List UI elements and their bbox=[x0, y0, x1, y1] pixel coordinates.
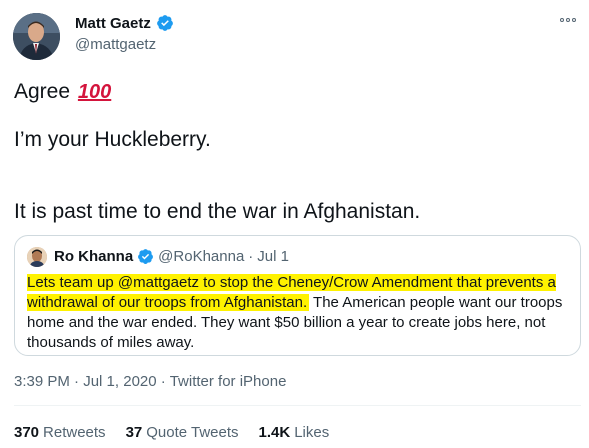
hundred-points-emoji-icon: 100 bbox=[77, 81, 112, 103]
divider bbox=[14, 405, 581, 406]
tweet-timestamp: 3:39 PM · Jul 1, 2020 · Twitter for iPho… bbox=[14, 373, 286, 390]
likes-stat[interactable]: 1.4K Likes bbox=[259, 424, 330, 441]
tweet-text-agree: Agree bbox=[14, 80, 71, 103]
likes-count: 1.4K bbox=[258, 424, 291, 441]
quoted-display-name: Ro Khanna bbox=[54, 248, 134, 265]
quoted-tweet[interactable]: Ro Khanna @RoKhanna · Jul 1 Lets team up… bbox=[14, 235, 581, 356]
author-display-name[interactable]: Matt Gaetz bbox=[75, 15, 151, 32]
tweet-line-2: I’m your Huckleberry. bbox=[10, 124, 248, 156]
tweet-line-1: Agree 100 bbox=[14, 78, 111, 106]
more-options-icon[interactable] bbox=[560, 18, 576, 22]
author-avatar[interactable] bbox=[13, 13, 60, 60]
quoted-handle: @RoKhanna bbox=[158, 248, 245, 265]
quoted-date: Jul 1 bbox=[257, 248, 289, 265]
meta-separator: · bbox=[248, 248, 254, 265]
tweet-date-link[interactable]: Jul 1, 2020 bbox=[83, 373, 156, 390]
quoted-author-row: Ro Khanna @RoKhanna · Jul 1 bbox=[54, 248, 289, 265]
tweet-line-3: It is past time to end the war in Afghan… bbox=[10, 196, 456, 228]
quote-tweets-stat[interactable]: 37 Quote Tweets bbox=[126, 424, 239, 441]
tweet-source-link[interactable]: Twitter for iPhone bbox=[170, 373, 287, 390]
retweets-label: Retweets bbox=[43, 424, 106, 441]
author-name-row: Matt Gaetz bbox=[75, 14, 174, 32]
likes-label: Likes bbox=[294, 424, 330, 441]
verified-badge-icon bbox=[138, 249, 154, 264]
meta-separator: · bbox=[160, 373, 166, 390]
quoted-author-avatar bbox=[27, 247, 47, 267]
tweet-stats: 370 Retweets 37 Quote Tweets 1.4K Likes bbox=[14, 424, 329, 441]
author-handle[interactable]: @mattgaetz bbox=[75, 36, 156, 53]
quote-tweets-label: Quote Tweets bbox=[146, 424, 239, 441]
tweet-text-huckleberry: I’m your Huckleberry. bbox=[14, 128, 211, 151]
retweets-stat[interactable]: 370 Retweets bbox=[14, 424, 106, 441]
verified-badge-icon bbox=[156, 15, 173, 31]
meta-separator: · bbox=[74, 373, 80, 390]
quoted-tweet-text: Lets team up @mattgaetz to stop the Chen… bbox=[27, 273, 575, 353]
retweets-count: 370 bbox=[14, 424, 40, 441]
tweet-text-afghanistan: It is past time to end the war in Afghan… bbox=[14, 200, 421, 223]
tweet-card: Matt Gaetz @mattgaetz Agree 100 I’m your… bbox=[0, 0, 589, 448]
quote-tweets-count: 37 bbox=[125, 424, 143, 441]
tweet-time-link[interactable]: 3:39 PM bbox=[14, 373, 70, 390]
